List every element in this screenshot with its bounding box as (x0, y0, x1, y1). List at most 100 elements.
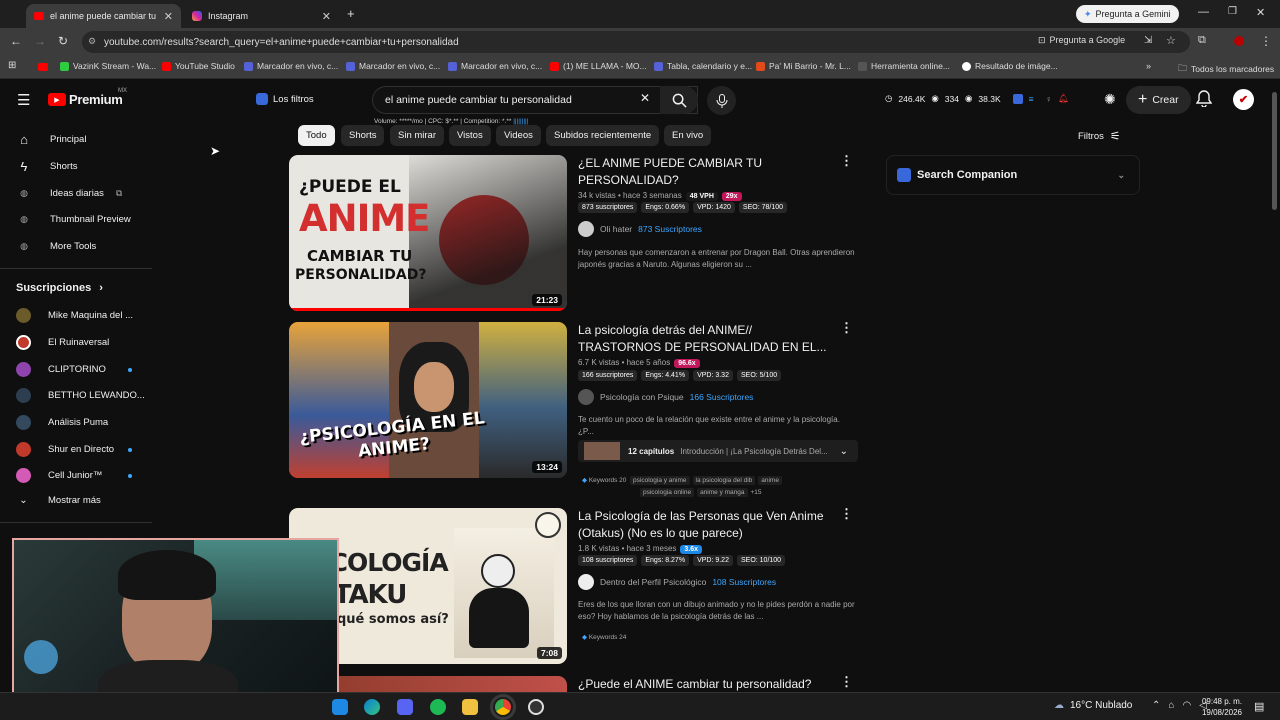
sidebar-item-ideas[interactable]: ◍ Ideas diarias ⧉ (16, 185, 122, 201)
edge-icon[interactable] (364, 699, 380, 715)
video-menu-icon[interactable]: ⋮ (840, 674, 853, 690)
subscription-item[interactable]: Shur en Directo (16, 442, 114, 457)
apps-grid-icon[interactable]: ⊞ (8, 60, 16, 71)
alert-bell-icon[interactable]: 🔔︎ (1058, 93, 1069, 104)
scrollbar-thumb[interactable] (1272, 92, 1277, 210)
clock[interactable]: 09:48 p. m. 19/08/2026 (1200, 696, 1242, 718)
video-title[interactable]: ¿EL ANIME PUEDE CAMBIAR TU PERSONALIDAD? (578, 155, 828, 189)
bookmark-item[interactable]: Marcador en vivo, c... (346, 61, 440, 71)
clear-search-icon[interactable]: ✕ (640, 91, 650, 105)
chip-vistos[interactable]: Vistos (449, 125, 491, 146)
video-menu-icon[interactable]: ⋮ (840, 153, 853, 169)
video-thumbnail[interactable]: ¿PUEDE EL ANIME CAMBIAR TU PERSONALIDAD?… (289, 155, 567, 311)
bookmark-item[interactable]: YouTube Studio (162, 61, 235, 71)
tab-instagram[interactable]: Instagram ✕ (184, 4, 339, 28)
chip-en-vivo[interactable]: En vivo (664, 125, 712, 146)
video-menu-icon[interactable]: ⋮ (840, 320, 853, 336)
sidebar-item-thumbnail-preview[interactable]: ◍ Thumbnail Preview (16, 211, 131, 227)
search-companion-panel[interactable]: Search Companion ⌄ (886, 155, 1140, 195)
bookmark-item[interactable]: Tabla, calendario y e... (654, 61, 752, 71)
extensions-icon[interactable]: ⧉ (1198, 34, 1206, 47)
chip-sin-mirar[interactable]: Sin mirar (390, 125, 445, 146)
tab-youtube[interactable]: el anime puede cambiar tu pers ✕ (26, 4, 181, 28)
forward-icon[interactable]: → (34, 34, 46, 48)
minimize-icon[interactable]: — (1198, 6, 1209, 18)
video-title[interactable]: La psicología detrás del ANIME// TRASTOR… (578, 322, 828, 356)
notifications-icon[interactable]: ▤ (1254, 700, 1264, 713)
notifications-bell-icon[interactable] (1195, 90, 1213, 112)
hamburger-menu-icon[interactable]: ☰ (17, 91, 30, 109)
close-window-icon[interactable]: ✕ (1256, 6, 1265, 19)
bookmark-item[interactable]: VazinK Stream - Wa... (60, 61, 156, 71)
vph-badge: 48 VPH (685, 192, 718, 201)
premium-icon[interactable]: ✺ (1104, 91, 1116, 108)
chip-videos[interactable]: Videos (496, 125, 541, 146)
gemini-button[interactable]: ✦ Pregunta a Gemini (1076, 5, 1179, 23)
youtube-premium-logo[interactable]: ▶ Premium MX (48, 88, 127, 107)
sidebar-item-principal[interactable]: ⌂ Principal (16, 131, 86, 147)
user-avatar[interactable]: ✔ (1233, 89, 1254, 110)
discord-icon[interactable] (397, 699, 413, 715)
list-icon[interactable]: ≡ (1029, 94, 1034, 104)
youtube-bookmark-icon[interactable] (38, 63, 48, 71)
profile-avatar[interactable] (1234, 36, 1244, 46)
bookmark-item[interactable]: Marcador en vivo, c... (244, 61, 338, 71)
obs-icon[interactable] (528, 699, 544, 715)
subscription-item[interactable]: Mike Maquina del ... (16, 308, 133, 323)
chip-todo[interactable]: Todo (298, 125, 335, 146)
reload-icon[interactable]: ↻ (58, 34, 68, 48)
bookmark-item[interactable]: Resultado de imáge... (962, 61, 1058, 71)
bookmark-star-icon[interactable]: ☆ (1166, 34, 1176, 47)
taskbar-app-icon[interactable] (332, 699, 348, 715)
more-bookmarks-icon[interactable]: » (1146, 61, 1151, 71)
subscription-item[interactable]: Análisis Puma (16, 415, 108, 430)
chrome-icon[interactable] (490, 694, 516, 720)
subscriptions-header[interactable]: Suscripciones › (16, 282, 103, 294)
channel-row[interactable]: Dentro del Perfil Psicológico 108 Suscrip… (578, 574, 776, 590)
bookmark-item[interactable]: Marcador en vivo, c... (448, 61, 542, 71)
channel-row[interactable]: Oli hater 873 Suscriptores (578, 221, 702, 237)
subscription-item[interactable]: Cell Junior™ (16, 468, 102, 483)
filters-button[interactable]: Filtros ⚟ (1078, 129, 1121, 143)
sidebar-item-more-tools[interactable]: ◍ More Tools (16, 238, 96, 254)
video-title[interactable]: La Psicología de las Personas que Ven An… (578, 508, 828, 542)
restore-icon[interactable]: ❐ (1228, 6, 1237, 17)
sidebar-item-shorts[interactable]: ϟ Shorts (16, 158, 78, 174)
weather-widget[interactable]: ☁ 16°C Nublado (1054, 700, 1132, 711)
voice-search-button[interactable] (707, 86, 736, 115)
ask-google-button[interactable]: ⊡ Pregunta a Google (1038, 35, 1125, 46)
subscription-item[interactable]: CLIPTORINO (16, 362, 106, 377)
browser-menu-icon[interactable]: ⋮ (1260, 34, 1272, 48)
close-tab-icon[interactable]: ✕ (322, 10, 331, 23)
show-more-button[interactable]: ⌄ Mostrar más (16, 495, 101, 506)
bookmark-item[interactable]: Herramienta online... (858, 61, 950, 71)
site-info-icon[interactable]: ⚙ (88, 36, 96, 47)
chip-shorts[interactable]: Shorts (341, 125, 385, 146)
new-tab-icon[interactable]: + (347, 6, 355, 21)
chevron-down-icon[interactable]: ⌄ (840, 446, 848, 457)
bookmark-item[interactable]: Pa' Mi Barrio - Mr. L... (756, 61, 851, 71)
close-tab-icon[interactable]: ✕ (164, 10, 173, 23)
chapters-row[interactable]: 12 capítulos Introducción | ¡La Psicolog… (578, 440, 858, 462)
video-title[interactable]: ¿Puede el ANIME cambiar tu personalidad? (578, 676, 838, 693)
video-thumbnail[interactable]: ¿PSICOLOGÍA EN EL ANIME? 13:24 (289, 322, 567, 478)
filters-extension-button[interactable]: Los filtros (256, 93, 314, 105)
iq-icon[interactable] (1012, 93, 1023, 104)
install-icon[interactable]: ⇲ (1144, 35, 1152, 46)
channel-row[interactable]: Psicología con Psique 166 Suscriptores (578, 389, 753, 405)
video-menu-icon[interactable]: ⋮ (840, 506, 853, 522)
bookmark-item[interactable]: (1) ME LLAMA - MO... (550, 61, 647, 71)
trophy-icon[interactable]: ♀ (1046, 94, 1052, 104)
subscription-name: Mike Maquina del ... (48, 310, 134, 321)
system-tray[interactable]: ⌃ ⌂ ◠ ◁ (1152, 700, 1207, 711)
chip-subidos[interactable]: Subidos recientemente (546, 125, 660, 146)
subscription-item[interactable]: BETTHO LEWANDO... (16, 388, 145, 403)
all-bookmarks[interactable]: 🗀 Todos los marcadores (1178, 61, 1274, 77)
spotify-icon[interactable] (430, 699, 446, 715)
url-field[interactable]: ⚙ youtube.com/results?search_query=el+an… (82, 31, 1190, 53)
subscription-item[interactable]: El Ruinaversal (16, 335, 109, 350)
search-button[interactable] (660, 86, 698, 114)
file-explorer-icon[interactable] (462, 699, 478, 715)
create-button[interactable]: + Crear (1126, 86, 1191, 114)
back-icon[interactable]: ← (10, 34, 22, 48)
